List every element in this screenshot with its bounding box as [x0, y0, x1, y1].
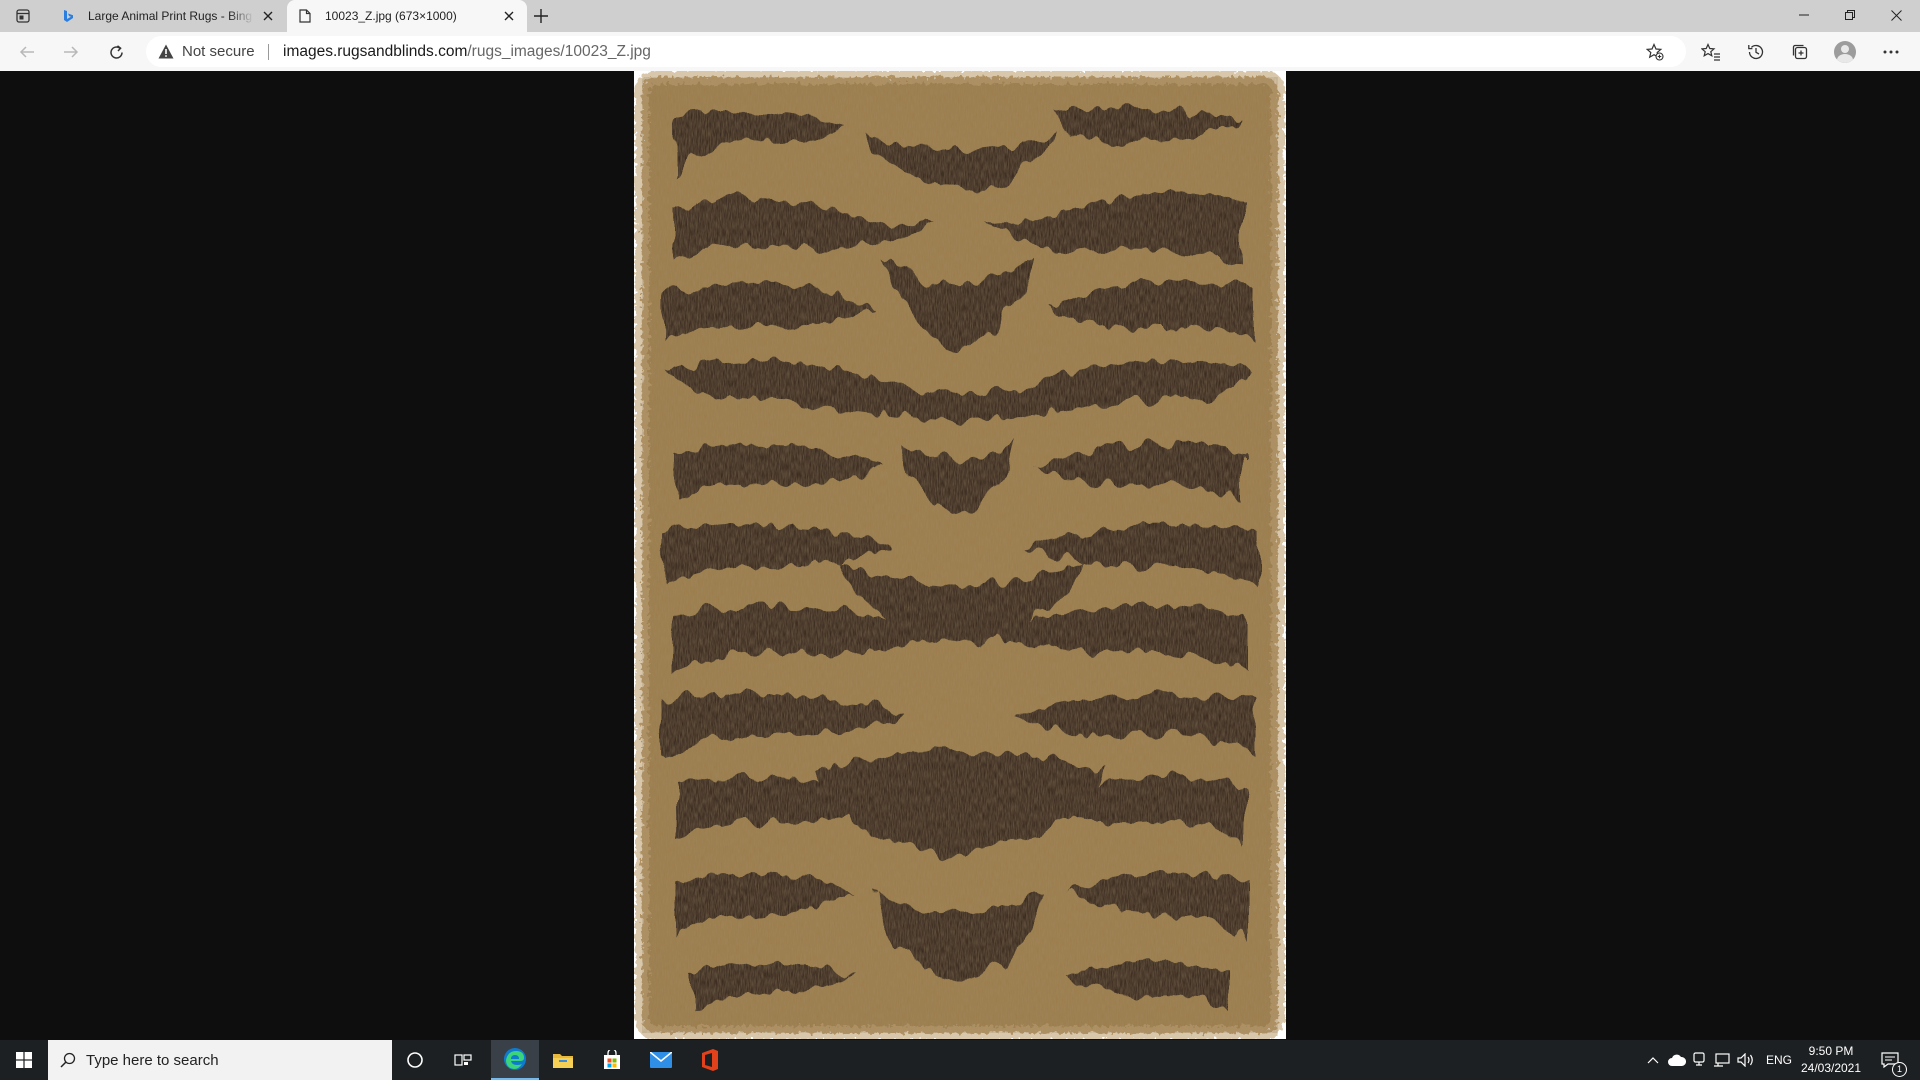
site-info-button[interactable]: Not secure — [158, 36, 255, 67]
task-view-icon[interactable] — [439, 1040, 487, 1080]
reload-icon[interactable] — [105, 41, 127, 63]
url-host: images.rugsandblinds.com — [283, 43, 468, 60]
forward-icon[interactable] — [60, 41, 82, 63]
cortana-icon[interactable] — [391, 1040, 439, 1080]
new-tab-icon[interactable] — [532, 7, 550, 25]
windows-icon — [16, 1052, 32, 1068]
url-text[interactable]: images.rugsandblinds.com/rugs_images/100… — [283, 36, 651, 67]
office-icon[interactable] — [686, 1040, 734, 1080]
language-indicator[interactable]: ENG — [1762, 1040, 1796, 1080]
rug-image[interactable] — [634, 71, 1286, 1039]
search-placeholder: Type here to search — [86, 1051, 219, 1069]
tab-bing-images[interactable]: Large Animal Print Rugs - Bing images — [50, 0, 286, 32]
rug-image-graphic — [635, 71, 1285, 1039]
file-explorer-icon[interactable] — [539, 1040, 587, 1080]
taskbar-search-input[interactable]: Type here to search — [48, 1040, 392, 1080]
warning-icon — [158, 44, 174, 59]
network-icon[interactable] — [1712, 1040, 1732, 1080]
tab-actions-icon[interactable] — [14, 7, 32, 25]
tab-title: 10023_Z.jpg (673×1000) — [325, 9, 457, 23]
divider — [268, 44, 269, 60]
tab-strip: Large Animal Print Rugs - Bing images 10… — [0, 0, 1920, 32]
mail-icon[interactable] — [637, 1040, 685, 1080]
close-tab-icon[interactable] — [260, 8, 276, 24]
address-bar[interactable]: Not secure images.rugsandblinds.com/rugs… — [146, 36, 1686, 67]
url-path: /rugs_images/10023_Z.jpg — [467, 43, 651, 60]
notification-count-badge: 1 — [1892, 1062, 1907, 1077]
history-icon[interactable] — [1745, 41, 1767, 63]
meet-now-icon[interactable] — [1690, 1040, 1708, 1080]
onedrive-icon[interactable] — [1666, 1040, 1688, 1080]
store-icon[interactable] — [588, 1040, 636, 1080]
minimize-icon[interactable] — [1781, 0, 1827, 30]
start-button[interactable] — [0, 1040, 48, 1080]
close-window-icon[interactable] — [1873, 0, 1919, 30]
clock-date: 24/03/2021 — [1800, 1061, 1862, 1075]
clock-time: 9:50 PM — [1808, 1044, 1854, 1058]
add-favorite-icon[interactable] — [1646, 43, 1664, 61]
tab-image-file[interactable]: 10023_Z.jpg (673×1000) — [287, 0, 527, 32]
page-icon — [297, 8, 313, 24]
back-icon[interactable] — [16, 41, 38, 63]
avatar-icon — [1834, 41, 1856, 63]
restore-icon[interactable] — [1827, 0, 1873, 30]
bing-icon — [60, 8, 76, 24]
security-label: Not secure — [182, 43, 255, 60]
more-options-icon[interactable] — [1880, 41, 1902, 63]
tab-title: Large Animal Print Rugs - Bing images — [88, 9, 254, 23]
show-hidden-icons-chevron-icon[interactable] — [1644, 1040, 1662, 1080]
search-icon — [60, 1052, 76, 1068]
browser-toolbar: Not secure images.rugsandblinds.com/rugs… — [0, 32, 1920, 72]
edge-taskbar-icon[interactable] — [491, 1040, 539, 1080]
collections-icon[interactable] — [1789, 41, 1811, 63]
favorites-icon[interactable] — [1700, 41, 1722, 63]
action-center-icon[interactable]: 1 — [1872, 1040, 1908, 1080]
taskbar: Type here to search ENG 9:50 PM 24/03/20… — [0, 1040, 1920, 1080]
taskbar-clock[interactable]: 9:50 PM 24/03/2021 — [1798, 1040, 1864, 1080]
page-viewport — [0, 71, 1920, 1039]
close-tab-icon[interactable] — [501, 8, 517, 24]
volume-icon[interactable] — [1736, 1040, 1756, 1080]
profile-avatar[interactable] — [1834, 41, 1856, 63]
